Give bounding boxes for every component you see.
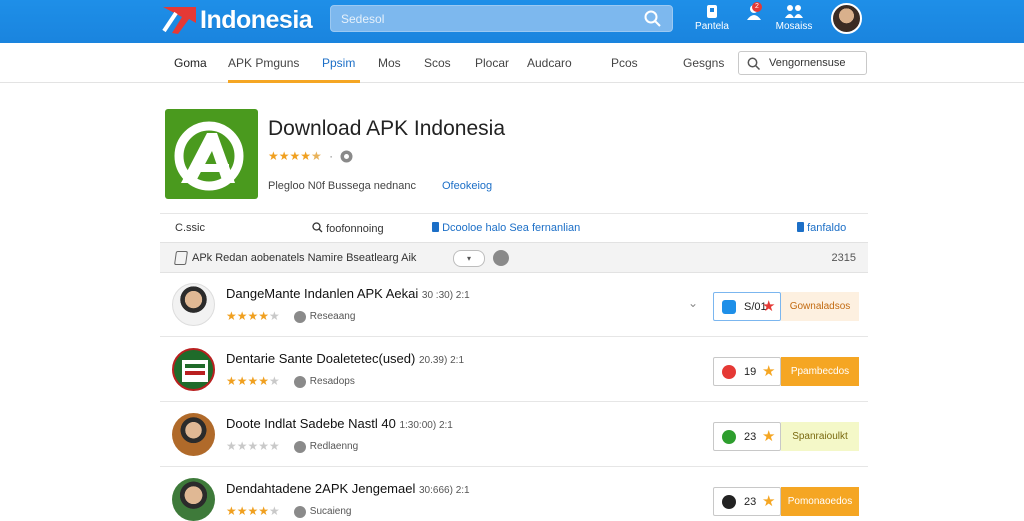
group-icon [785, 5, 803, 18]
row-rating: ★★★★★ Redlaenng [226, 439, 359, 453]
notification-badge: 2 [752, 2, 762, 12]
row-avatar [172, 283, 215, 326]
strip-left-text: C.ssic [175, 222, 205, 234]
tab-mos[interactable]: Mos [378, 56, 401, 70]
nav-search-field[interactable]: Vengornensuse [738, 51, 867, 75]
row-title: Doote Indlat Sadebe Nastl 40 1:30:00) 2:… [226, 416, 453, 431]
active-tab-indicator [228, 80, 360, 83]
globe-icon [340, 150, 353, 163]
list-header: APk Redan aobenatels Namire Bseatlearg A… [160, 242, 868, 273]
app-logo-icon [174, 121, 244, 191]
app-link[interactable]: Ofeokeiog [442, 180, 492, 192]
top-bar: Indonesia Sedesol Pantela 2 Mosaiss [0, 0, 1024, 43]
app-title: Download APK Indonesia [268, 117, 505, 140]
star-icon: ★ [762, 363, 776, 380]
pantela-button[interactable]: Pantela [692, 4, 732, 32]
strip-mid-item[interactable]: foofonnoing [312, 222, 384, 235]
user-avatar[interactable] [831, 3, 862, 34]
search-placeholder: Sedesol [341, 12, 385, 26]
nav-bar: Goma APK Pmguns Ppsim Mos Scos Plocar Au… [0, 43, 1024, 83]
bird-icon [722, 300, 736, 314]
file-icon [797, 222, 804, 232]
search-input[interactable]: Sedesol [330, 5, 673, 32]
chevron-down-icon[interactable]: ⌄ [688, 296, 698, 310]
row-avatar [172, 478, 215, 521]
list-item[interactable]: DangeMante Indanlen APK Aekai 30 :30) 2:… [160, 274, 868, 337]
nav-search-text: Vengornensuse [769, 57, 846, 69]
mosaiss-button[interactable]: Mosaiss [774, 4, 814, 32]
strip-blue2-text: fanfaldo [807, 222, 847, 234]
tab-gesgns[interactable]: Gesgns [683, 56, 724, 70]
app-icon [165, 109, 258, 199]
row-stat-badge[interactable]: 23 ★ [713, 422, 781, 451]
row-title: DangeMante Indanlen APK Aekai 30 :30) 2:… [226, 286, 470, 301]
download-button[interactable]: Ppambecdos [781, 357, 859, 386]
tab-plocar[interactable]: Plocar [475, 56, 509, 70]
brand-name: Indonesia [200, 5, 313, 34]
list-item[interactable]: Dentarie Sante Doaletetec(used) 20.39) 2… [160, 339, 868, 402]
list-item[interactable]: Dendahtadene 2APK Jengemael 30:666) 2:1 … [160, 469, 868, 521]
search-icon [312, 222, 323, 233]
search-icon [747, 57, 761, 71]
search-icon[interactable] [644, 10, 662, 28]
tab-audcaro[interactable]: Audcaro [527, 56, 572, 70]
info-strip: C.ssic foofonnoing Dcooloe halo Sea fern… [160, 213, 868, 242]
tab-apk-pmguns[interactable]: APK Pmguns [228, 56, 299, 70]
rating-stars: ★★★★ [268, 149, 312, 163]
star-icon: ★ [762, 428, 776, 445]
globe-icon [293, 375, 306, 388]
mosaiss-label: Mosaiss [775, 21, 813, 32]
row-rating: ★★★★★ Sucaieng [226, 504, 352, 518]
app-rating: ★★★★★ · [268, 149, 353, 163]
notifications-button[interactable]: 2 [742, 2, 766, 23]
row-stat-badge[interactable]: 19 ★ [713, 357, 781, 386]
sort-dropdown[interactable]: ▾ [453, 250, 485, 267]
strip-mid-text: foofonnoing [326, 223, 384, 235]
list-item[interactable]: Doote Indlat Sadebe Nastl 40 1:30:00) 2:… [160, 404, 868, 467]
status-icon [722, 495, 736, 509]
download-button[interactable]: Spanraioulkt [781, 422, 859, 451]
status-icon [722, 365, 736, 379]
check-icon [722, 430, 736, 444]
star-icon: ★ [762, 493, 776, 510]
tab-ppsim[interactable]: Ppsim [322, 56, 355, 70]
app-thumb-icon [182, 360, 208, 382]
row-avatar [172, 348, 215, 391]
row-rating: ★★★★★ Resadops [226, 374, 355, 388]
list-count: 2315 [831, 252, 856, 264]
row-rating: ★★★★★ Reseaang [226, 309, 356, 323]
row-avatar [172, 413, 215, 456]
strip-blue1-text: Dcooloe halo Sea fernanlian [442, 222, 581, 234]
logo-mark-icon [160, 3, 198, 37]
strip-blue-link-2[interactable]: fanfaldo [797, 222, 846, 234]
download-button[interactable]: Gownaladsos [781, 292, 859, 321]
file-icon [432, 222, 439, 232]
brand-logo[interactable]: Indonesia [160, 3, 313, 37]
tab-scos[interactable]: Scos [424, 56, 451, 70]
tab-pcos[interactable]: Pcos [611, 56, 638, 70]
pantela-label: Pantela [695, 21, 729, 32]
globe-icon [293, 440, 306, 453]
tab-goma[interactable]: Goma [174, 56, 207, 70]
row-stat-badge[interactable]: S/01 ★ [713, 292, 781, 321]
globe-icon[interactable] [493, 250, 509, 266]
row-title: Dendahtadene 2APK Jengemael 30:666) 2:1 [226, 481, 470, 496]
list-header-text: APk Redan aobenatels Namire Bseatlearg A… [192, 252, 417, 264]
list-checkbox[interactable] [174, 251, 188, 265]
half-star: ★ [311, 149, 322, 163]
strip-blue-link-1[interactable]: Dcooloe halo Sea fernanlian [432, 222, 580, 234]
bookmark-icon [707, 5, 717, 18]
app-description: Plegloo N0f Bussega nednanc [268, 180, 416, 192]
row-title: Dentarie Sante Doaletetec(used) 20.39) 2… [226, 351, 465, 366]
dot-separator: · [329, 149, 334, 163]
globe-icon [293, 310, 306, 323]
star-icon: ★ [762, 298, 776, 315]
